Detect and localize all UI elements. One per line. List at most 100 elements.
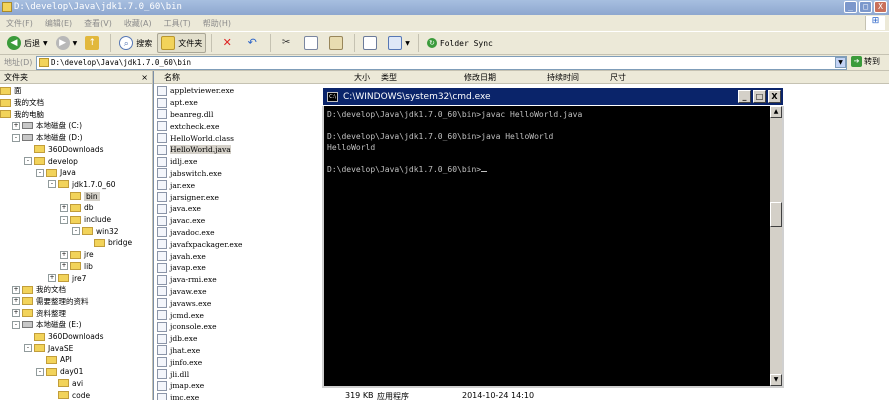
expand-icon[interactable]: + (12, 309, 20, 318)
expand-icon[interactable]: + (12, 297, 20, 306)
file-row[interactable]: java-rmi.exe (157, 274, 217, 286)
column-size[interactable]: 大小 (354, 71, 370, 84)
tree-item[interactable]: - develop (24, 155, 78, 167)
collapse-icon[interactable]: - (12, 133, 20, 142)
tree-item[interactable]: - jdk1.7.0_60 (48, 179, 116, 191)
minimize-button[interactable]: _ (844, 1, 857, 13)
collapse-icon[interactable]: - (12, 320, 20, 329)
collapse-icon[interactable]: - (72, 227, 80, 236)
expand-icon[interactable]: + (12, 285, 20, 294)
tree-item[interactable]: - day01 (36, 366, 83, 378)
copy-button[interactable] (301, 33, 324, 53)
file-row[interactable]: javadoc.exe (157, 227, 215, 239)
expand-icon[interactable]: + (60, 262, 68, 271)
scroll-up-button[interactable]: ▲ (770, 106, 782, 118)
file-row[interactable]: javafxpackager.exe (157, 238, 243, 250)
expand-icon[interactable]: + (12, 121, 20, 130)
file-row[interactable]: javaws.exe (157, 297, 211, 309)
file-row[interactable]: jmc.exe (157, 392, 199, 400)
tree-item[interactable]: 360Downloads (24, 331, 104, 343)
column-name[interactable]: 名称 (164, 71, 180, 84)
tree-item[interactable]: bin (60, 190, 100, 202)
views-button[interactable]: ▼ (385, 33, 413, 53)
forward-button[interactable]: ▶ ▼ (53, 33, 81, 53)
column-modified[interactable]: 修改日期 (464, 71, 496, 84)
file-row[interactable]: jhat.exe (157, 345, 200, 357)
search-button[interactable]: ⌕ 搜索 (116, 33, 155, 53)
tree-item[interactable]: code (48, 389, 90, 400)
tree-item[interactable]: + jre (60, 249, 94, 261)
cmd-close-button[interactable]: X (768, 90, 781, 103)
explorer-title-bar[interactable]: D:\develop\Java\jdk1.7.0_60\bin _ □ X (0, 0, 889, 15)
cmd-minimize-button[interactable]: _ (738, 90, 751, 103)
collapse-icon[interactable]: - (36, 168, 44, 177)
address-input[interactable]: D:\develop\Java\jdk1.7.0_60\bin (36, 56, 847, 70)
close-pane-button[interactable]: × (141, 71, 148, 84)
cmd-vertical-scrollbar[interactable]: ▲ ▼ (770, 106, 782, 386)
tree-item[interactable]: - Java (36, 167, 76, 179)
menu-file[interactable]: 文件(F) (0, 18, 39, 29)
column-duration[interactable]: 持续时间 (547, 71, 579, 84)
file-row[interactable]: appletviewer.exe (157, 85, 234, 97)
tree-item[interactable]: - include (60, 214, 111, 226)
file-row[interactable]: jdb.exe (157, 333, 197, 345)
menu-tools[interactable]: 工具(T) (158, 18, 197, 29)
tree-item[interactable]: + jre7 (48, 272, 86, 284)
go-button[interactable]: ➔ 转到 (851, 56, 880, 67)
file-row[interactable]: javaw.exe (157, 286, 207, 298)
paste-button[interactable] (326, 33, 349, 53)
file-row[interactable]: extcheck.exe (157, 120, 219, 132)
scroll-down-button[interactable]: ▼ (770, 374, 782, 386)
expand-icon[interactable]: + (60, 203, 68, 212)
file-row[interactable]: jconsole.exe (157, 321, 217, 333)
cmd-maximize-button[interactable]: □ (753, 90, 766, 103)
tree-item[interactable]: + db (60, 202, 94, 214)
properties-button[interactable] (360, 33, 383, 53)
maximize-button[interactable]: □ (859, 1, 872, 13)
menu-favorites[interactable]: 收藏(A) (118, 18, 158, 29)
file-row[interactable]: jcmd.exe (157, 309, 204, 321)
scroll-thumb[interactable] (770, 202, 782, 227)
back-button[interactable]: ◀ 后退 ▼ (4, 33, 51, 53)
column-type[interactable]: 类型 (381, 71, 397, 84)
file-row[interactable]: idlj.exe (157, 156, 197, 168)
file-row[interactable]: HelloWorld.java (157, 144, 231, 156)
tree-item[interactable]: + lib (60, 261, 93, 273)
collapse-icon[interactable]: - (24, 157, 32, 166)
tree-item[interactable]: 360Downloads (24, 144, 104, 156)
folder-sync-button[interactable]: ↻ Folder Sync (424, 33, 496, 53)
file-row[interactable]: javah.exe (157, 250, 206, 262)
menu-view[interactable]: 查看(V) (78, 18, 118, 29)
menu-help[interactable]: 帮助(H) (197, 18, 237, 29)
file-row[interactable]: jar.exe (157, 179, 195, 191)
cut-button[interactable]: ✂ (276, 33, 299, 53)
collapse-icon[interactable]: - (60, 215, 68, 224)
file-row[interactable]: apt.exe (157, 97, 198, 109)
collapse-icon[interactable]: - (48, 180, 56, 189)
menu-edit[interactable]: 编辑(E) (39, 18, 78, 29)
undo-button[interactable]: ↶ (242, 33, 265, 53)
column-dimensions[interactable]: 尺寸 (610, 71, 626, 84)
cmd-title-bar[interactable]: C:\ C:\WINDOWS\system32\cmd.exe _ □ X (322, 87, 784, 106)
tree-item[interactable]: + 需要整理的资料 (12, 296, 89, 308)
console-output[interactable]: D:\develop\Java\jdk1.7.0_60\bin>javac He… (326, 108, 770, 384)
tree-item[interactable]: API (36, 354, 72, 366)
tree-item[interactable]: avi (48, 378, 83, 390)
tree-item[interactable]: + 资料整理 (12, 307, 66, 319)
folders-button[interactable]: 文件夹 (157, 33, 207, 53)
tree-item[interactable]: - 本地磁盘 (E:) (12, 319, 82, 331)
tree-item[interactable]: - win32 (72, 225, 119, 237)
tree-item[interactable]: - JavaSE (24, 342, 73, 354)
tree-item[interactable]: - 本地磁盘 (D:) (12, 132, 83, 144)
address-dropdown-button[interactable]: ▼ (835, 57, 846, 68)
collapse-icon[interactable]: - (36, 367, 44, 376)
close-button[interactable]: X (874, 1, 887, 13)
file-row[interactable]: beanreg.dll (157, 109, 213, 121)
tree-item[interactable]: 面 (0, 85, 22, 97)
file-row[interactable]: javac.exe (157, 215, 205, 227)
expand-icon[interactable]: + (60, 250, 68, 259)
file-row[interactable]: java.exe (157, 203, 201, 215)
tree-item[interactable]: bridge (84, 237, 132, 249)
file-row[interactable]: jabswitch.exe (157, 168, 222, 180)
collapse-icon[interactable]: - (24, 344, 32, 353)
